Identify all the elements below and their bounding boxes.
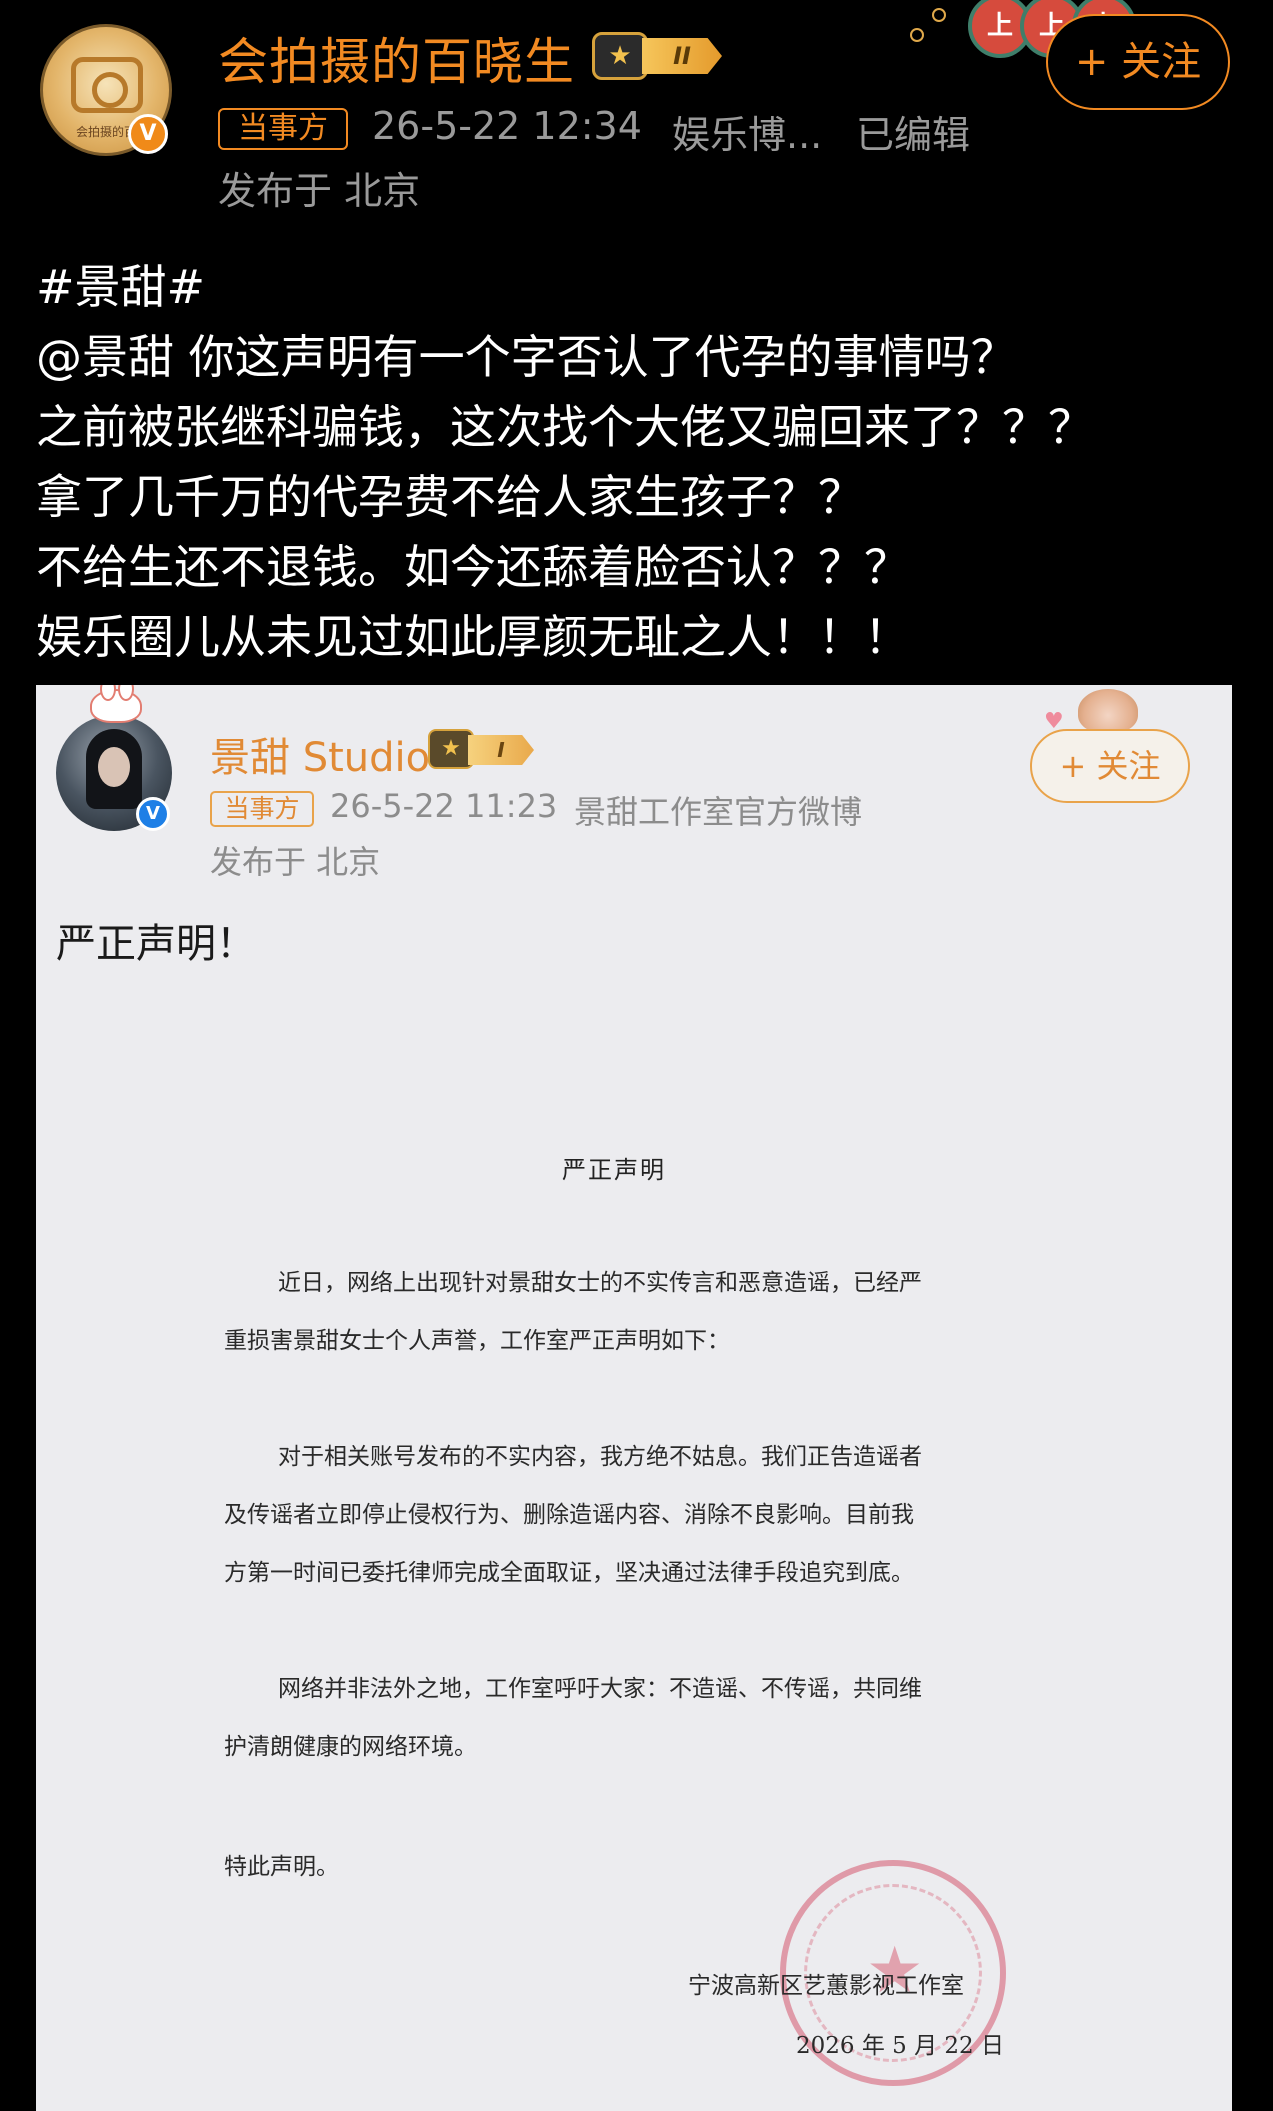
bunny-decoration-icon [90,685,142,723]
post-text-line: 之前被张继科骗钱，这次找个大佬又骗回来了？？？ [36,400,1094,454]
studio-party-tag: 当事方 [210,791,314,827]
post-body: #景甜# @景甜 你这声明有一个字否认了代孕的事情吗？ 之前被张继科骗钱，这次找… [36,252,1256,672]
post-text-line: 不给生还不退钱。如今还舔着脸否认？？？ [36,540,910,594]
paragraph-line: 方第一时间已委托律师完成全面取证，坚决通过法律手段追究到底。 [224,1560,914,1586]
avatar-face [98,747,130,787]
paragraph-line: 对于相关账号发布的不实内容，我方绝不姑息。我们正告造谣者 [278,1444,922,1470]
post-text-line: @景甜 你这声明有一个字否认了代孕的事情吗？ [36,330,1017,384]
document-paragraph: 网络并非法外之地，工作室呼吁大家：不造谣、不传谣，共同维 护清朗健康的网络环境。 [224,1660,1064,1776]
document-paragraph: 对于相关账号发布的不实内容，我方绝不姑息。我们正告造谣者 及传谣者立即停止侵权行… [224,1428,1064,1602]
studio-post-time: 26-5-22 11:23 [330,787,558,825]
post-source[interactable]: 娱乐博... [672,104,822,159]
document-date: 2026 年 5 月 22 日 [796,2033,1004,2059]
post-text-line: 娱乐圈儿从未见过如此厚颜无耻之人！！！ [36,610,910,664]
crown-icon: ★ [592,32,648,80]
hashtag-link[interactable]: #景甜# [36,252,1256,322]
sparkle-icon [932,8,946,22]
party-tag: 当事方 [218,108,348,150]
paragraph-line: 护清朗健康的网络环境。 [224,1734,477,1760]
post-header: 会拍摄的百 V 会拍摄的百晓生 ★ II 上 上 上 + 关注 当事方 26-5… [0,0,1273,230]
sparkle-icon [910,28,924,42]
level-label: II [642,38,722,74]
studio-post-text: 严正声明！ [56,921,256,967]
verified-v-icon: V [128,114,168,154]
studio-level-badge: ★ I [428,729,540,771]
author-name[interactable]: 会拍摄的百晓生 [218,22,575,94]
studio-level-label: I [468,735,534,765]
post-time: 26-5-22 12:34 [372,104,642,148]
embedded-screenshot[interactable]: V 景甜 Studio ★ I ♥ + 关注 当事方 26-5-22 11:23… [36,685,1232,2111]
level-badge[interactable]: ★ II [592,30,728,82]
edited-label[interactable]: 已编辑 [856,104,970,159]
verified-v-icon: V [136,797,170,831]
cartoon-girl-icon [1078,689,1138,733]
paragraph-line: 及传谣者立即停止侵权行为、删除造谣内容、消除不良影响。目前我 [224,1502,914,1528]
paragraph-line: 重损害景甜女士个人声誉，工作室严正声明如下： [224,1328,730,1354]
studio-follow-button: + 关注 [1030,729,1190,803]
document-paragraph: 近日，网络上出现针对景甜女士的不实传言和恶意造谣，已经严 重损害景甜女士个人声誉… [224,1254,1064,1370]
crown-icon: ★ [428,729,474,769]
studio-post-source: 景甜工作室官方微博 [574,793,863,831]
studio-post-location: 发布于 北京 [210,843,381,881]
paragraph-line: 网络并非法外之地，工作室呼吁大家：不造谣、不传谣，共同维 [278,1676,922,1702]
document-signature: 宁波高新区艺蕙影视工作室 [688,1973,964,1999]
post-location: 发布于 北京 [218,169,421,213]
document-title: 严正声明 [562,1156,666,1184]
camera-logo-icon [71,57,143,113]
post-text-line: 拿了几千万的代孕费不给人家生孩子？？ [36,470,864,524]
studio-name: 景甜 Studio [210,735,431,781]
follow-button[interactable]: + 关注 [1046,14,1230,110]
paragraph-line: 近日，网络上出现针对景甜女士的不实传言和恶意造谣，已经严 [278,1270,922,1296]
